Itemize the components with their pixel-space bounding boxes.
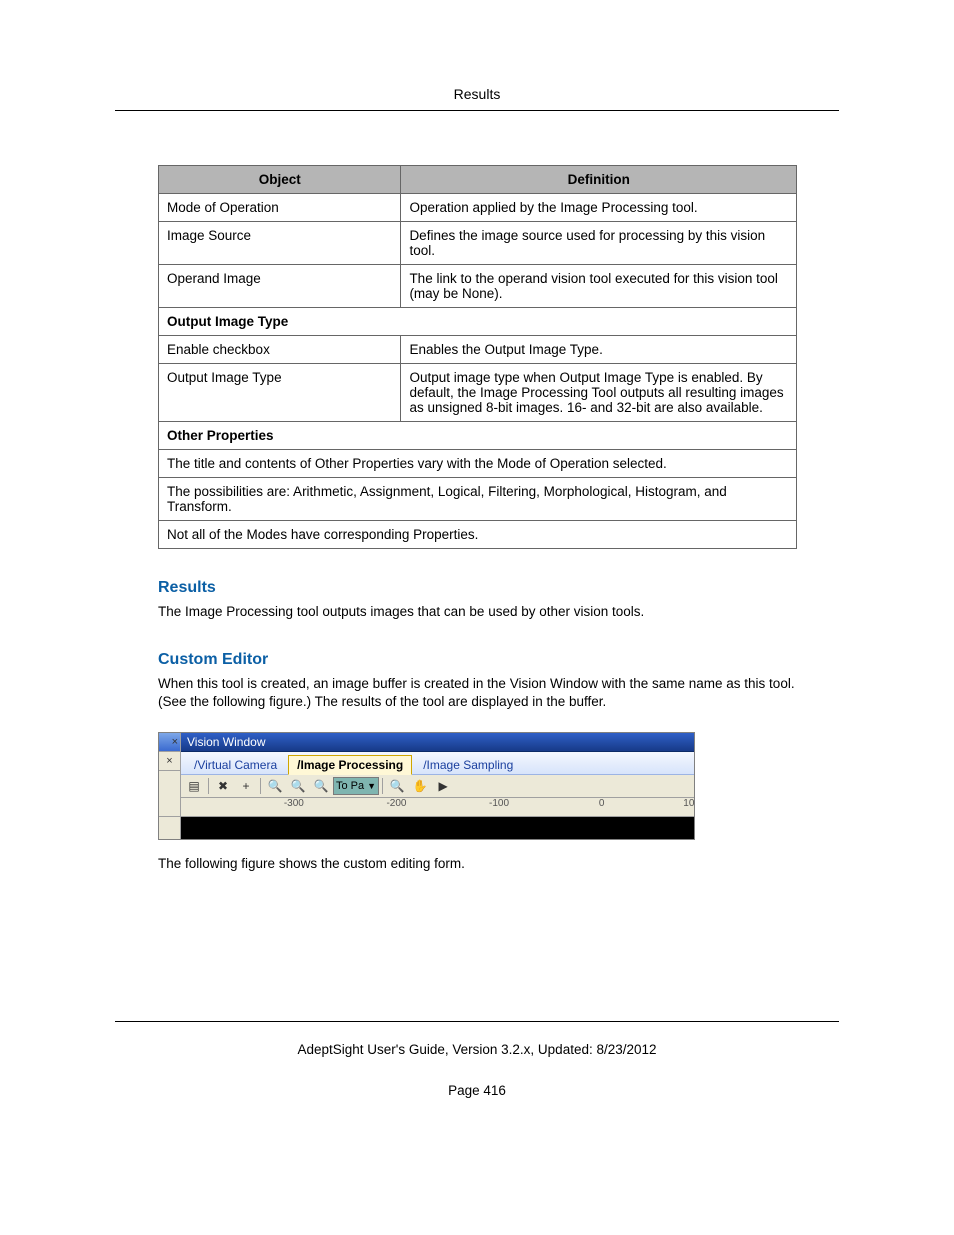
note-cell: Not all of the Modes have corresponding … (159, 521, 797, 549)
plus-icon[interactable]: + (235, 776, 257, 796)
tab-image-sampling[interactable]: /Image Sampling (414, 755, 522, 774)
pointer-icon[interactable]: ▶ (432, 776, 454, 796)
vision-window-tabs: /Virtual Camera /Image Processing /Image… (181, 752, 694, 775)
footer-line: AdeptSight User's Guide, Version 3.2.x, … (0, 1042, 954, 1057)
header-rule (115, 110, 839, 111)
zoom-in-icon[interactable]: 🔍 (264, 776, 286, 796)
zoom-combo-label: To Pa (336, 780, 364, 792)
tool-icon[interactable]: ▤ (183, 776, 205, 796)
table-note-row: Not all of the Modes have corresponding … (159, 521, 797, 549)
table-row: Output Image Type Output image type when… (159, 364, 797, 422)
note-cell: The title and contents of Other Properti… (159, 450, 797, 478)
table-row: Mode of Operation Operation applied by t… (159, 194, 797, 222)
vision-window-title: Vision Window (181, 733, 694, 752)
separator (382, 778, 383, 794)
hand-icon[interactable]: ✋ (409, 776, 431, 796)
ruler-tick: -200 (386, 798, 406, 809)
table-section-row: Other Properties (159, 422, 797, 450)
table-section-row: Output Image Type (159, 308, 797, 336)
close-icon[interactable]: × (159, 752, 180, 771)
cell-definition: Operation applied by the Image Processin… (401, 194, 797, 222)
cell-definition: Defines the image source used for proces… (401, 222, 797, 265)
table-row: Enable checkbox Enables the Output Image… (159, 336, 797, 364)
definitions-table: Object Definition Mode of Operation Oper… (158, 165, 797, 549)
custom-editor-heading: Custom Editor (158, 651, 797, 669)
footer-rule (115, 1021, 839, 1022)
cell-definition: Output image type when Output Image Type… (401, 364, 797, 422)
cell-object: Operand Image (159, 265, 401, 308)
cell-definition: Enables the Output Image Type. (401, 336, 797, 364)
chevron-down-icon: ▼ (367, 781, 376, 791)
results-body: The Image Processing tool outputs images… (158, 603, 797, 621)
zoom-icon[interactable]: 🔍 (386, 776, 408, 796)
note-cell: The possibilities are: Arithmetic, Assig… (159, 478, 797, 521)
ruler: -300 -200 -100 0 10 (159, 798, 694, 817)
ruler-tick: 10 (683, 798, 694, 809)
cell-object: Output Image Type (159, 364, 401, 422)
table-note-row: The title and contents of Other Properti… (159, 450, 797, 478)
zoom-out-icon[interactable]: 🔍 (287, 776, 309, 796)
th-definition: Definition (401, 166, 797, 194)
wrench-icon[interactable]: ✖ (212, 776, 234, 796)
tab-image-processing[interactable]: /Image Processing (288, 755, 412, 775)
cell-definition: The link to the operand vision tool exec… (401, 265, 797, 308)
table-row: Image Source Defines the image source us… (159, 222, 797, 265)
th-object: Object (159, 166, 401, 194)
results-heading: Results (158, 579, 797, 597)
zoom-combo[interactable]: To Pa ▼ (333, 777, 379, 795)
ruler-tick: -300 (284, 798, 304, 809)
zoom-fit-icon[interactable]: 🔍 (310, 776, 332, 796)
page-number: Page 416 (0, 1083, 954, 1098)
separator (260, 778, 261, 794)
cell-object: Enable checkbox (159, 336, 401, 364)
table-note-row: The possibilities are: Arithmetic, Assig… (159, 478, 797, 521)
cell-object: Image Source (159, 222, 401, 265)
vision-window-figure: × × Vision Window /Virtual Camera /Image… (158, 732, 695, 840)
ruler-tick: -100 (489, 798, 509, 809)
vision-toolbar: ▤ ✖ + 🔍 🔍 🔍 To Pa ▼ 🔍 (181, 775, 694, 798)
separator (208, 778, 209, 794)
page-header-title: Results (454, 86, 501, 102)
ruler-tick: 0 (599, 798, 605, 809)
canvas-area (159, 817, 694, 839)
table-row: Operand Image The link to the operand vi… (159, 265, 797, 308)
custom-editor-body: When this tool is created, an image buff… (158, 675, 797, 711)
figure-caption: The following figure shows the custom ed… (158, 856, 797, 871)
tab-virtual-camera[interactable]: /Virtual Camera (185, 755, 286, 774)
section-heading: Other Properties (159, 422, 797, 450)
cell-object: Mode of Operation (159, 194, 401, 222)
section-heading: Output Image Type (159, 308, 797, 336)
close-icon[interactable]: × (159, 733, 180, 752)
